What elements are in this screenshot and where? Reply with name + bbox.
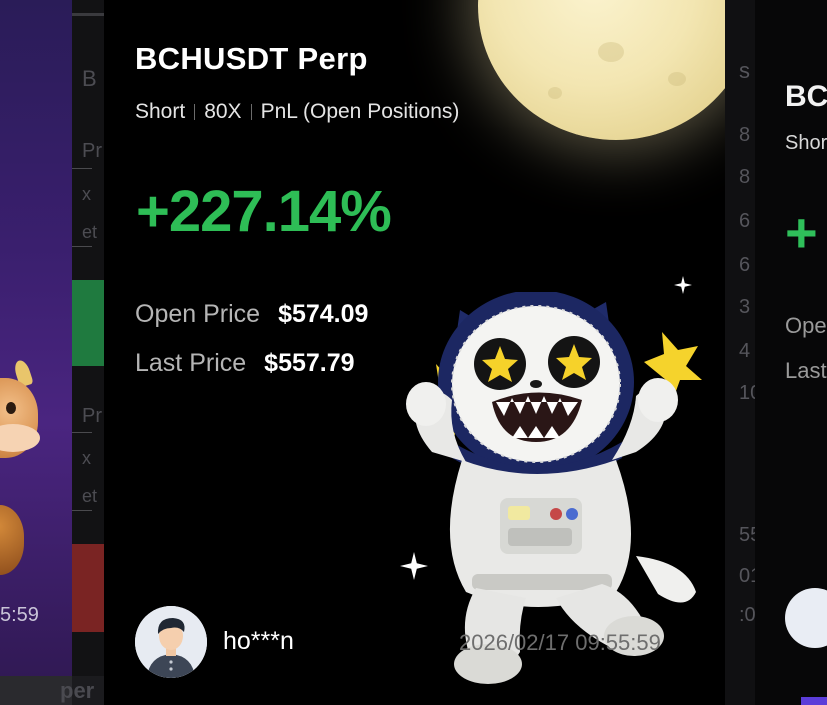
orderbook-value: 10 [739, 382, 755, 404]
orderbook-value: 8 [739, 124, 751, 146]
divider [194, 104, 196, 120]
position-side: Short [135, 100, 186, 123]
open-price-row: Open Price $574.09 [135, 300, 368, 329]
trading-pair-title: BCHUSDT Perp [135, 41, 368, 76]
ghost-text: per [60, 678, 95, 703]
next-card-avatar [785, 588, 827, 648]
orderbook-value: :03 [739, 604, 755, 626]
pnl-label: PnL (Open Positions) [260, 100, 460, 123]
orderbook-value: 8 [739, 166, 751, 188]
next-card-accent [801, 697, 827, 705]
next-card-last-label: Last [785, 358, 827, 383]
orderbook-value: 557 [739, 524, 755, 546]
pnl-share-card[interactable]: BCHUSDT Perp Short 80X PnL (Open Positio… [104, 0, 725, 705]
last-price-row: Last Price $557.79 [135, 349, 355, 378]
ghost-text: Pr [82, 405, 102, 427]
background-orderbook: s 8 8 6 6 3 4 10 557 010 :03 [725, 0, 755, 705]
orderbook-value: 6 [739, 254, 751, 276]
pnl-percentage: +227.14% [136, 179, 392, 244]
orderbook-value: 4 [739, 340, 751, 362]
right-next-card[interactable]: BC Shor + Ope Last [755, 0, 827, 705]
open-price-label: Open Price [135, 300, 261, 328]
last-price-value: $557.79 [264, 349, 355, 377]
next-card-pnl: + [785, 201, 818, 264]
orderbook-value: 3 [739, 296, 751, 318]
next-card-title: BC [785, 80, 827, 113]
position-meta: Short 80X PnL (Open Positions) [135, 100, 459, 124]
cow-mascot-image [0, 358, 44, 490]
next-card-subtitle: Shor [785, 132, 827, 154]
share-timestamp: 2026/02/17 09:55:59 [459, 630, 661, 655]
username: ho***n [223, 627, 294, 655]
leverage: 80X [204, 100, 242, 123]
next-card-open-label: Ope [785, 313, 827, 338]
orderbook-value: 6 [739, 210, 751, 232]
left-previous-card[interactable]: 5:59 [0, 0, 72, 705]
ghost-text: Pr [82, 140, 102, 162]
background-trading-app: B Pr x et Pr x et [72, 0, 104, 705]
ghost-text: x [82, 448, 91, 468]
avatar-person-icon [135, 606, 207, 678]
sell-button-bg [72, 544, 104, 632]
ghost-text: et [82, 222, 98, 242]
left-bottom-strip: per [0, 676, 104, 705]
orderbook-value: 010 [739, 565, 755, 587]
ghost-text: et [82, 486, 98, 506]
moon-image [478, 0, 725, 140]
cow-body-image [0, 505, 24, 575]
divider [250, 104, 252, 120]
ghost-text: x [82, 184, 91, 204]
user-avatar [135, 606, 207, 678]
open-price-value: $574.09 [278, 300, 369, 328]
last-price-label: Last Price [135, 349, 247, 377]
ghost-text: B [82, 66, 97, 91]
buy-button-bg [72, 280, 104, 366]
left-card-time: 5:59 [0, 604, 39, 626]
